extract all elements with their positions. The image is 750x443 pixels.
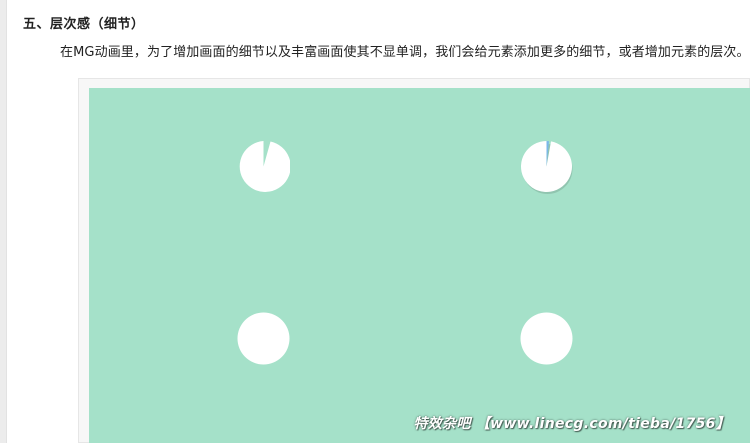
watermark: 特效杂吧 【www.linecg.com/tieba/1756】 bbox=[413, 416, 730, 432]
animation-frame: 特效杂吧 【www.linecg.com/tieba/1756】 bbox=[89, 88, 750, 443]
circle-plain-icon bbox=[237, 312, 290, 365]
body-paragraph: 在MG动画里，为了增加画面的细节以及丰富画面使其不显单调，我们会给元素添加更多的… bbox=[60, 45, 750, 60]
section-heading: 五、层次感（细节） bbox=[23, 17, 145, 32]
pie-gap-plain-icon bbox=[237, 140, 290, 193]
circle-plain-2-icon bbox=[520, 312, 573, 365]
pie-gap-detailed-icon bbox=[520, 140, 573, 194]
page-left-border bbox=[0, 0, 7, 443]
